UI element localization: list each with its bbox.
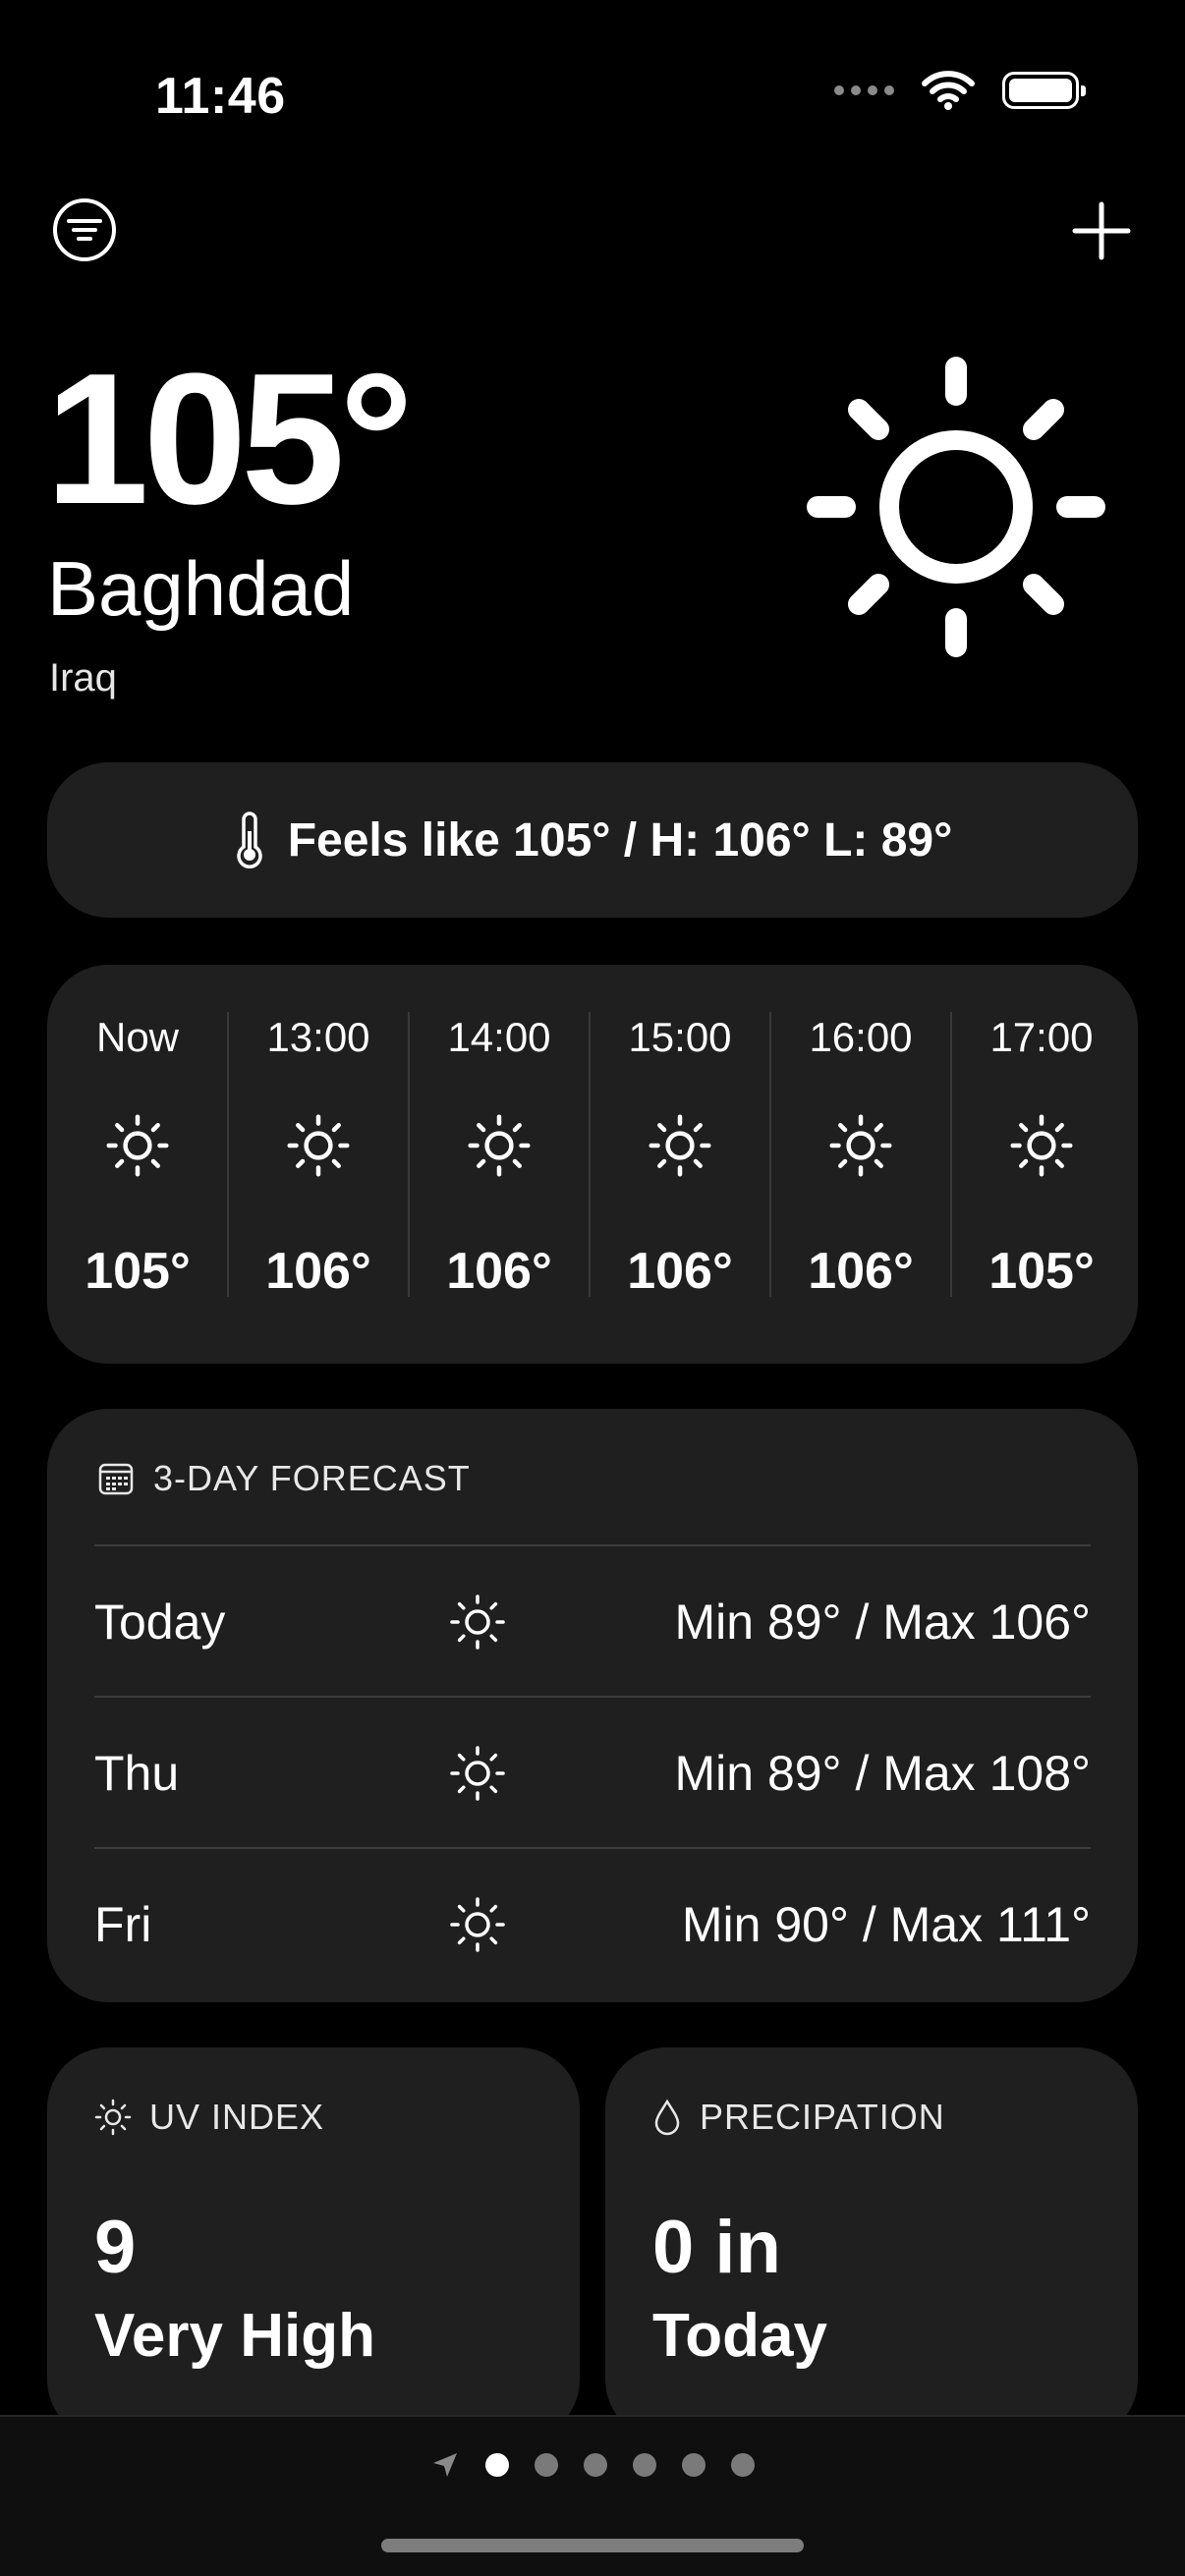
hour-divider: [408, 1012, 410, 1297]
sun-icon: [450, 1897, 505, 1952]
hour-label: 16:00: [809, 1014, 913, 1060]
sun-icon: [287, 1114, 350, 1177]
hour-temp: 106°: [627, 1243, 733, 1300]
precipitation-title: PRECIPATION: [700, 2097, 945, 2137]
sun-icon: [450, 1746, 505, 1801]
city-name: Baghdad: [47, 545, 355, 632]
hour-item: 16:00 106°: [770, 965, 951, 1364]
current-temperature: 105°: [45, 335, 414, 543]
bottom-bar: [0, 2415, 1185, 2576]
sun-icon: [829, 1114, 892, 1177]
hour-divider: [950, 1012, 952, 1297]
wifi-icon: [922, 71, 975, 110]
thermometer-icon: [236, 812, 262, 868]
hour-divider: [769, 1012, 771, 1297]
status-time: 11:46: [155, 68, 286, 125]
precipitation-card: PRECIPATION 0 in: [605, 2047, 1138, 2440]
hour-temp: 106°: [446, 1243, 552, 1300]
hour-divider: [589, 1012, 591, 1297]
sun-small-icon: [94, 2099, 132, 2136]
uv-index-card: UV INDEX 9: [47, 2047, 580, 2440]
page-dot[interactable]: [535, 2453, 558, 2477]
sun-icon: [807, 357, 1105, 657]
sun-icon: [1010, 1114, 1073, 1177]
forecast-day: Today: [94, 1595, 226, 1650]
sun-icon: [468, 1114, 531, 1177]
sun-icon: [106, 1114, 169, 1177]
hour-temp: 106°: [808, 1243, 914, 1300]
battery-icon: [1002, 72, 1086, 109]
status-indicators: [834, 71, 1086, 110]
hour-item: Now 105°: [47, 965, 228, 1364]
forecast-range: Min 89° / Max 106°: [674, 1595, 1091, 1650]
filter-menu-icon[interactable]: [51, 196, 118, 263]
uv-value: 9: [94, 2206, 137, 2289]
forecast-row: Today Min 89° / Max 106°: [94, 1546, 1091, 1698]
hourly-forecast[interactable]: Now 105° 13:00 106° 14:00 106° 15:00 106° 16:00 1…: [47, 965, 1138, 1364]
feels-like-text: Feels like 105° / H: 106° L: 89°: [287, 813, 953, 867]
location-arrow-icon[interactable]: [430, 2450, 460, 2480]
add-location-button[interactable]: [1071, 200, 1132, 261]
page-dot[interactable]: [485, 2453, 509, 2477]
sun-icon: [450, 1595, 505, 1650]
hour-item: 15:00 106°: [590, 965, 770, 1364]
signal-dots-icon: [834, 85, 894, 95]
home-indicator: [381, 2539, 804, 2552]
hour-divider: [227, 1012, 229, 1297]
forecast-range: Min 89° / Max 108°: [674, 1746, 1091, 1801]
three-day-forecast: 3-DAY FORECAST Today Min 89° / Max 106° Th…: [47, 1409, 1138, 2002]
uv-title: UV INDEX: [149, 2097, 325, 2137]
hour-label: 15:00: [628, 1014, 732, 1060]
forecast-day: Fri: [94, 1897, 152, 1952]
hour-item: 17:00 105°: [951, 965, 1132, 1364]
feels-like-card: Feels like 105° / H: 106° L: 89°: [47, 762, 1138, 918]
forecast-header: 3-DAY FORECAST: [98, 1458, 471, 1499]
hour-temp: 106°: [265, 1243, 371, 1300]
page-dot[interactable]: [633, 2453, 656, 2477]
raindrop-icon: [654, 2099, 680, 2136]
forecast-day: Thu: [94, 1746, 180, 1801]
uv-level: Very High: [94, 2302, 375, 2370]
precipitation-period: Today: [652, 2302, 827, 2370]
country-name: Iraq: [49, 656, 117, 700]
page-dot[interactable]: [731, 2453, 755, 2477]
hour-label: 17:00: [989, 1014, 1094, 1060]
sun-icon: [649, 1114, 711, 1177]
hour-item: 13:00 106°: [228, 965, 409, 1364]
hour-item: 14:00 106°: [409, 965, 590, 1364]
precipitation-value: 0 in: [652, 2206, 781, 2289]
forecast-range: Min 90° / Max 111°: [681, 1897, 1091, 1952]
hour-label: 14:00: [447, 1014, 551, 1060]
hour-temp: 105°: [988, 1243, 1095, 1300]
forecast-row: Fri Min 90° / Max 111°: [94, 1849, 1091, 2000]
page-dot[interactable]: [682, 2453, 705, 2477]
hour-label: 13:00: [266, 1014, 370, 1060]
forecast-title: 3-DAY FORECAST: [153, 1458, 471, 1498]
calendar-icon: [98, 1463, 134, 1495]
forecast-row: Thu Min 89° / Max 108°: [94, 1698, 1091, 1849]
page-dot[interactable]: [584, 2453, 607, 2477]
hour-temp: 105°: [85, 1243, 191, 1300]
page-indicator[interactable]: [0, 2450, 1185, 2480]
hour-label: Now: [95, 1014, 180, 1060]
